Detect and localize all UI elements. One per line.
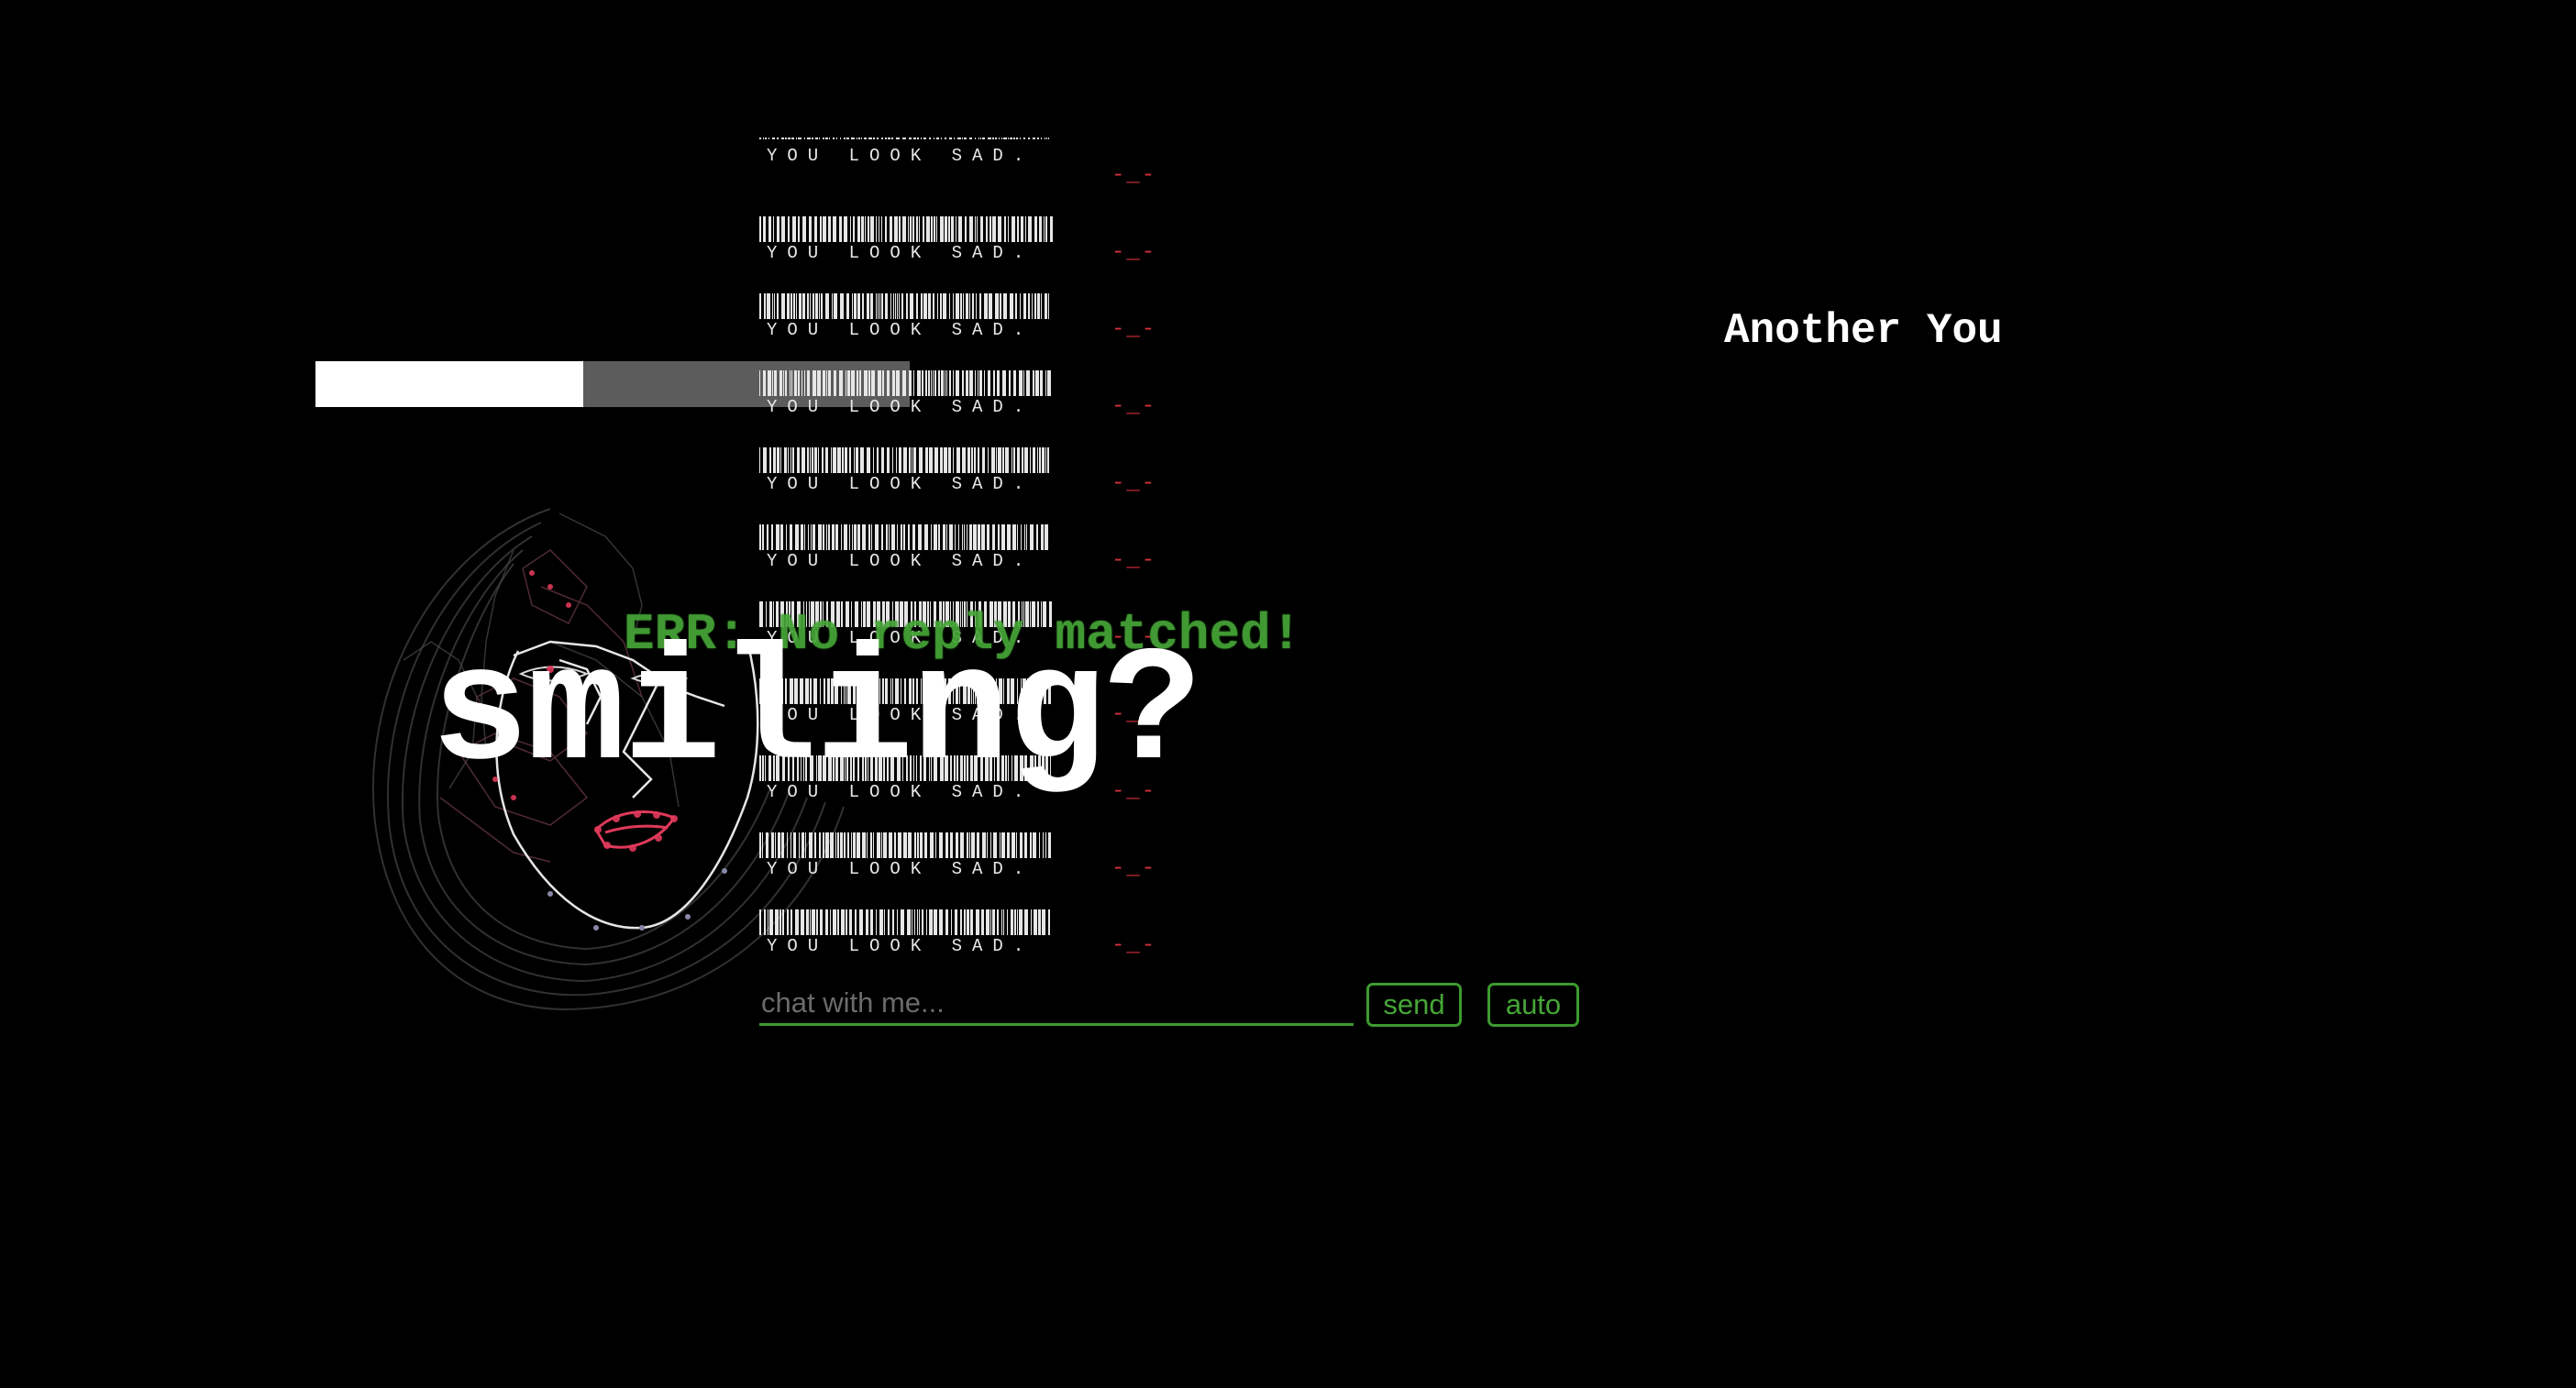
barcode-caption: YOU LOOK SAD. [767,243,1034,263]
barcode-row: YOU LOOK SAD. [759,369,1053,424]
expression-prompt: smiling? [431,622,1202,807]
barcode-icon [759,831,1053,858]
sad-emoticon: -_- [1111,933,1157,958]
barcode-row: YOU LOOK SAD. [759,138,1053,193]
sad-emoticon: -_- [1111,856,1157,881]
barcode-caption: YOU LOOK SAD. [767,320,1034,340]
barcode-icon [759,908,1053,935]
sad-emoticon: -_- [1111,548,1157,573]
sad-emoticon: -_- [1111,163,1157,188]
barcode-row: YOU LOOK SAD. [759,908,1053,963]
barcode-caption: YOU LOOK SAD. [767,474,1034,494]
barcode-row: YOU LOOK SAD. [759,215,1053,270]
barcode-caption: YOU LOOK SAD. [767,859,1034,879]
barcode-icon [759,523,1053,550]
face-landmark-mesh-icon [371,508,845,1010]
barcode-row: YOU LOOK SAD. [759,446,1053,501]
barcode-row: YOU LOOK SAD. [759,831,1053,886]
barcode-icon [759,292,1053,319]
sad-emoticon: -_- [1111,240,1157,265]
barcode-caption: YOU LOOK SAD. [767,936,1034,956]
auto-button[interactable]: auto [1487,983,1579,1027]
barcode-row: YOU LOOK SAD. [759,523,1053,578]
barcode-caption: YOU LOOK SAD. [767,397,1034,417]
sad-emoticon: -_- [1111,317,1157,342]
sad-emoticon: -_- [1111,394,1157,419]
barcode-icon [759,446,1053,473]
barcode-row: YOU LOOK SAD. [759,292,1053,347]
barcode-icon [759,215,1053,242]
app-title: Another You [1724,307,2003,355]
barcode-icon [759,369,1053,396]
app-stage: YOU LOOK SAD. YOU LOOK SAD. YOU LOOK SAD. Y… [0,0,2576,1388]
barcode-caption: YOU LOOK SAD. [767,551,1034,571]
chat-input[interactable] [759,983,1354,1026]
sad-emoticon: -_- [1111,471,1157,496]
progress-bar-fill [315,361,583,407]
send-button[interactable]: send [1366,983,1462,1027]
barcode-caption: YOU LOOK SAD. [767,146,1034,166]
